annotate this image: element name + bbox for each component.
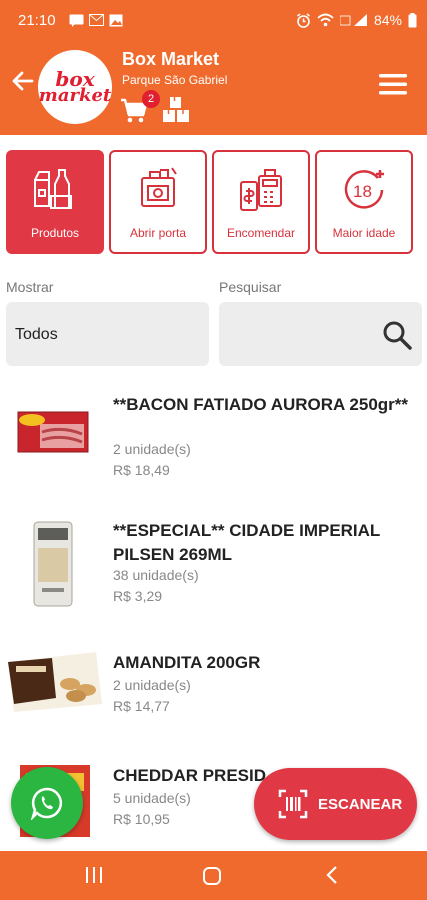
wifi-icon — [317, 13, 334, 27]
product-image — [8, 652, 102, 712]
store-logo: box market — [38, 50, 112, 124]
order-icon — [240, 169, 282, 211]
tile-produtos[interactable]: Produtos — [6, 150, 104, 254]
tile-label: Abrir porta — [129, 226, 187, 240]
product-price: R$ 14,77 — [113, 698, 170, 714]
home-icon[interactable] — [202, 866, 222, 886]
show-label: Mostrar — [6, 279, 54, 295]
search-input[interactable] — [219, 302, 422, 366]
show-select[interactable]: Todos — [6, 302, 209, 366]
app-header: box market Box Market Parque São Gabriel… — [0, 40, 427, 135]
product-quantity: 2 unidade(s) — [113, 441, 191, 457]
back-arrow-icon[interactable] — [10, 68, 36, 94]
whatsapp-icon — [30, 787, 63, 820]
product-item[interactable]: **ESPECIAL** CIDADE IMPERIAL PILSEN 269M… — [0, 514, 427, 634]
search-icon[interactable] — [382, 320, 412, 350]
product-price: R$ 3,29 — [113, 588, 163, 604]
store-location: Parque São Gabriel — [122, 73, 228, 87]
battery-icon — [408, 12, 417, 27]
tile-encomendar[interactable]: Encomendar — [212, 150, 310, 254]
message-icon — [69, 14, 84, 27]
product-quantity: 38 unidade(s) — [113, 567, 199, 583]
barcode-icon — [278, 789, 308, 819]
svg-text:18: 18 — [353, 182, 372, 201]
product-item[interactable]: **BACON FATIADO AURORA 250gr** 2 unidade… — [0, 388, 427, 508]
product-price: R$ 18,49 — [113, 462, 170, 478]
mail-icon — [88, 14, 104, 26]
scan-button[interactable]: ESCANEAR — [254, 768, 417, 840]
products-icon — [34, 169, 72, 209]
alarm-icon — [297, 12, 310, 28]
system-nav-bar — [0, 851, 427, 900]
whatsapp-button[interactable] — [11, 767, 83, 839]
product-name: AMANDITA 200GR — [113, 653, 261, 672]
product-quantity: 5 unidade(s) — [113, 790, 191, 806]
back-nav-icon[interactable] — [324, 865, 340, 885]
age-18-icon: 18 — [344, 170, 384, 209]
product-item[interactable]: AMANDITA 200GR 2 unidade(s) R$ 14,77 — [0, 640, 427, 760]
tile-maior-idade[interactable]: 18 Maior idade — [315, 150, 413, 254]
product-name: **ESPECIAL** CIDADE IMPERIAL PILSEN 269M… — [113, 521, 381, 564]
product-quantity: 2 unidade(s) — [113, 677, 191, 693]
tile-label: Produtos — [30, 226, 80, 240]
boxes-icon[interactable] — [162, 96, 190, 124]
search-label: Pesquisar — [219, 279, 282, 295]
product-price: R$ 10,95 — [113, 811, 170, 827]
store-name: Box Market — [122, 49, 220, 69]
scan-button-label: ESCANEAR — [318, 795, 403, 813]
image-icon — [109, 14, 123, 26]
signal-icon — [339, 14, 367, 26]
product-image — [33, 521, 73, 607]
status-bar: 21:10 84% — [0, 0, 427, 40]
open-door-icon — [141, 167, 177, 207]
product-image — [17, 411, 89, 453]
action-tiles: Produtos Abrir porta Encomendar 18 Maior… — [6, 150, 422, 254]
recent-apps-icon[interactable] — [84, 866, 104, 884]
logo-text-bottom: market — [38, 84, 112, 106]
tile-label: Encomendar — [226, 226, 296, 240]
cart-count-badge: 2 — [142, 90, 160, 108]
menu-icon[interactable] — [378, 72, 408, 96]
tile-abrir-porta[interactable]: Abrir porta — [109, 150, 207, 254]
battery-percent: 84% — [373, 12, 402, 28]
status-time: 21:10 — [18, 11, 56, 29]
tile-label: Maior idade — [332, 226, 396, 240]
product-name: **BACON FATIADO AURORA 250gr** — [113, 395, 409, 414]
